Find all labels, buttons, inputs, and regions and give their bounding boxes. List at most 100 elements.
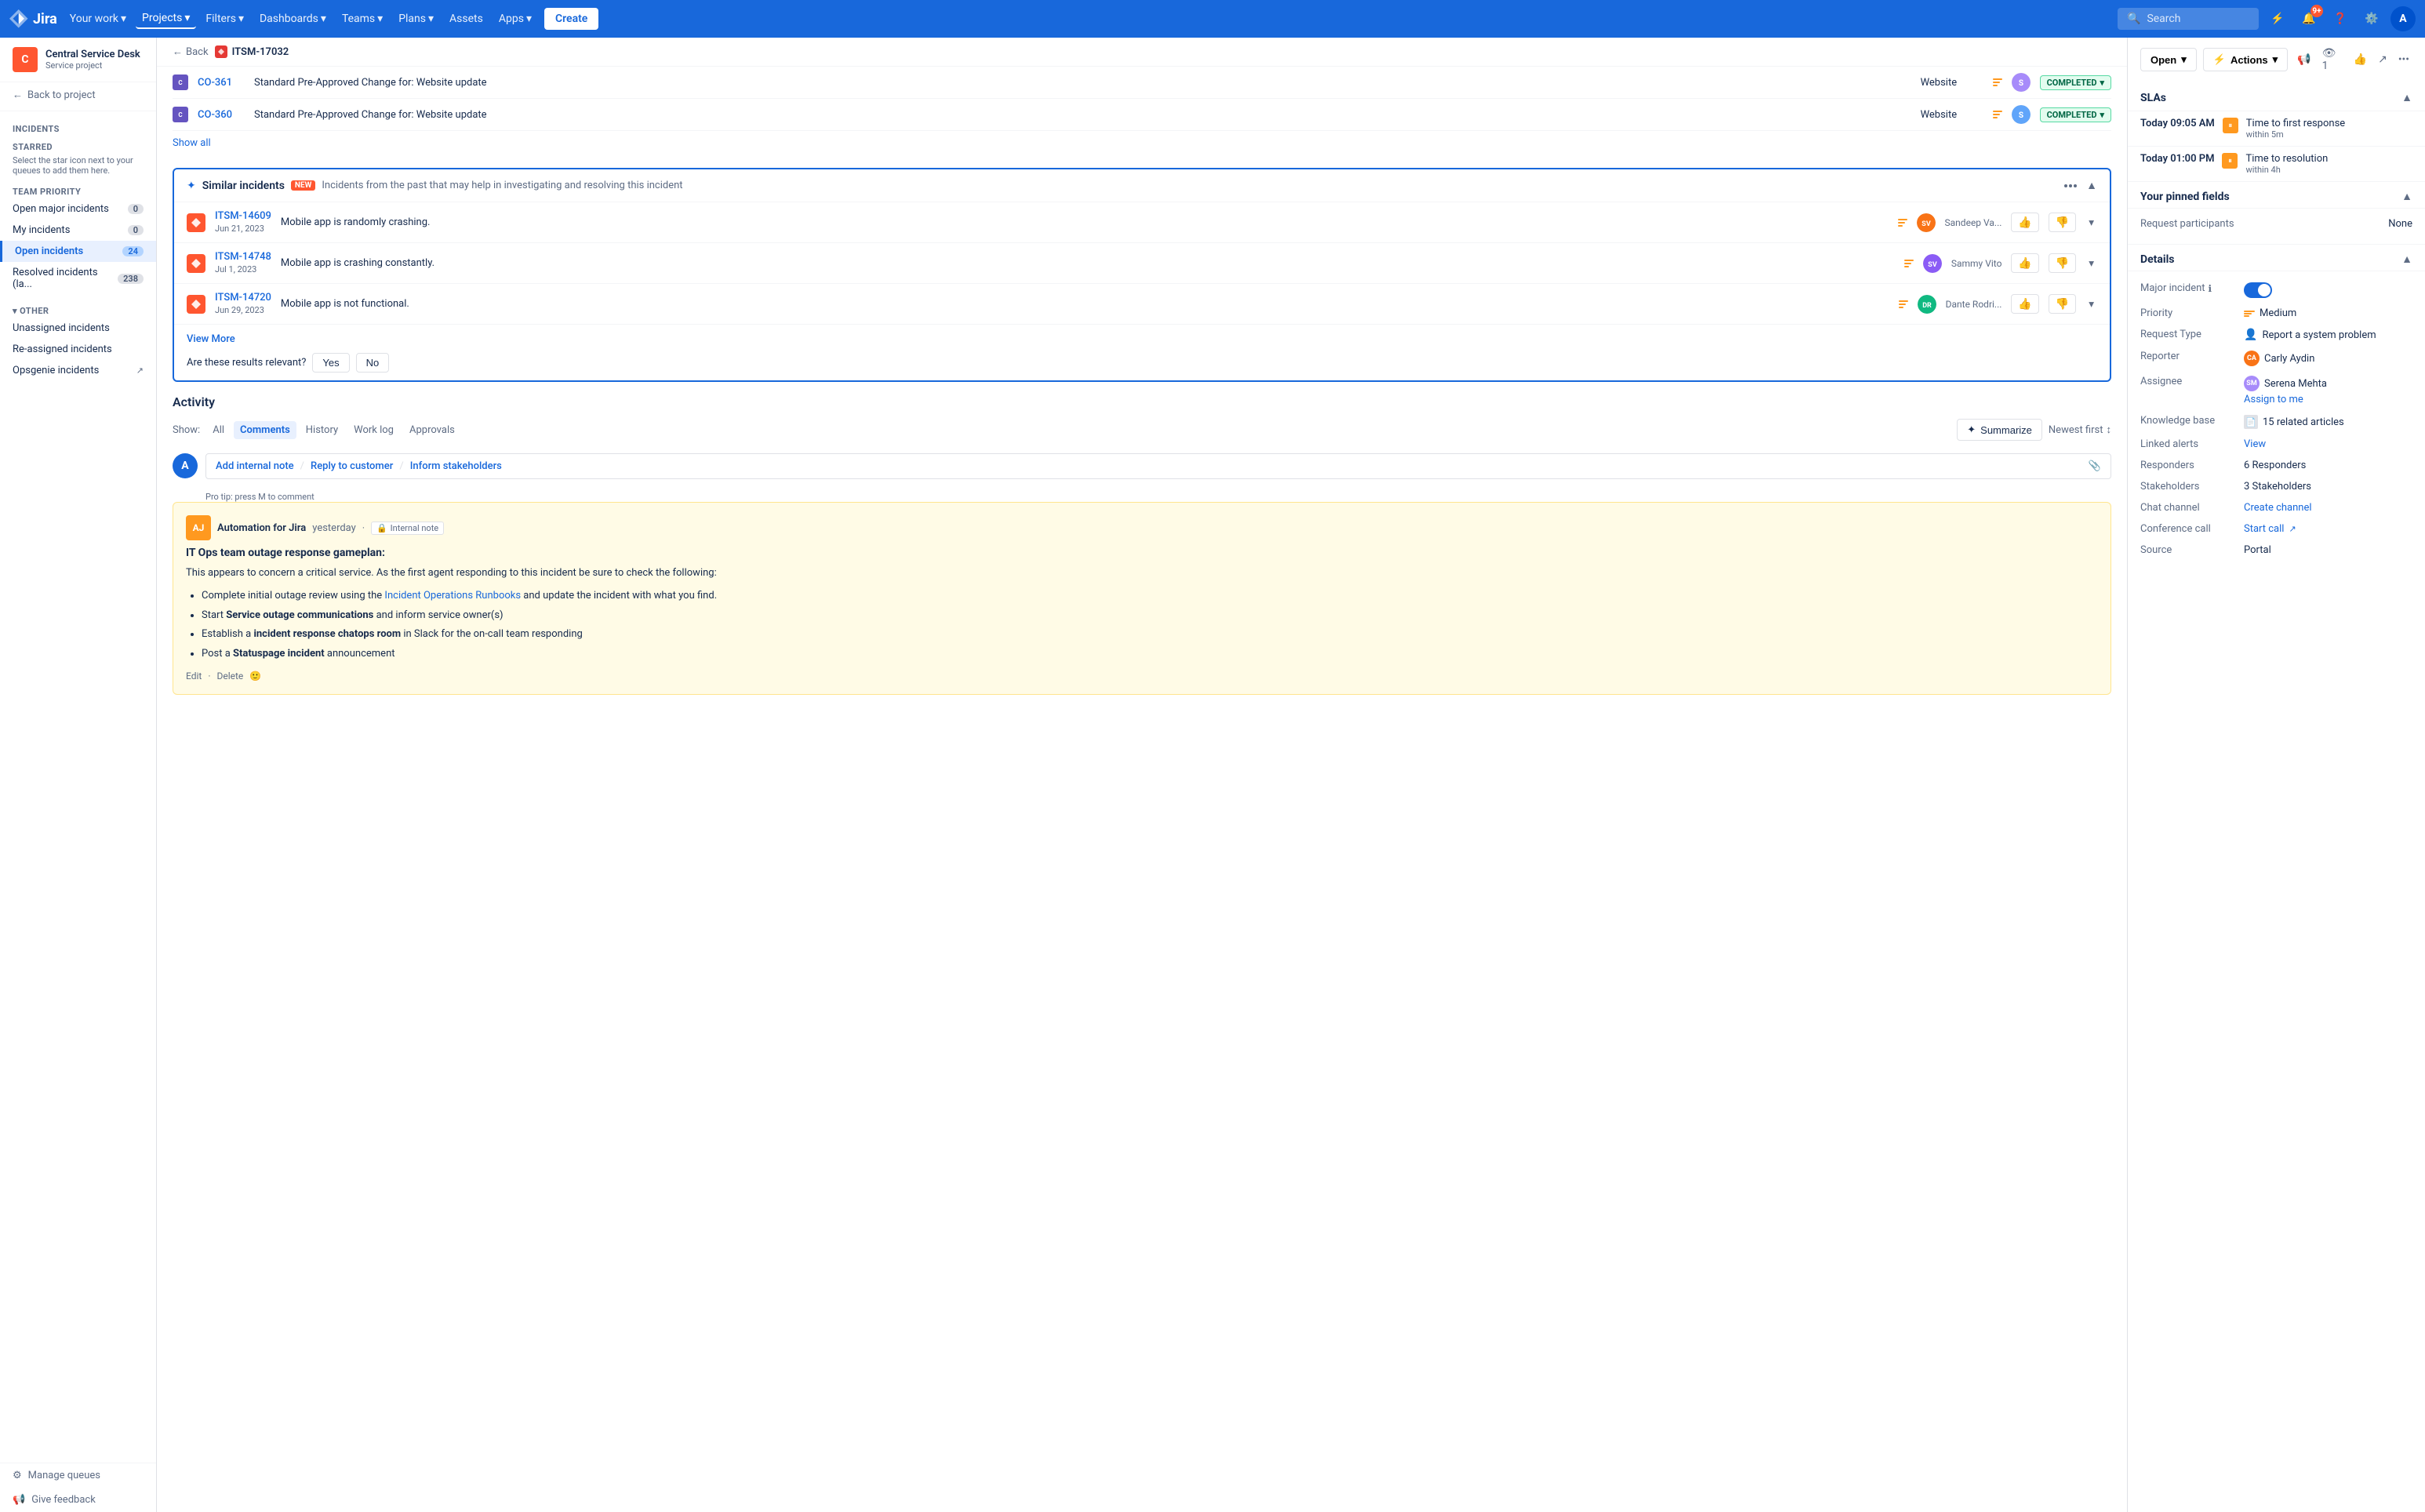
- collapse-icon[interactable]: ▲: [2086, 179, 2097, 192]
- open-status-button[interactable]: Open ▾: [2140, 48, 2197, 71]
- jira-logo[interactable]: Jira: [9, 9, 57, 28]
- thumbs-down-button-2[interactable]: 👎: [2049, 294, 2076, 314]
- pinned-toggle[interactable]: ▲: [2401, 190, 2412, 203]
- detail-chat-channel: Chat channel Create channel: [2140, 497, 2412, 518]
- manage-queues-link[interactable]: ⚙ Manage queues: [0, 1463, 156, 1488]
- nav-your-work[interactable]: Your work ▾: [64, 9, 133, 28]
- assign-to-me-link[interactable]: Assign to me: [2244, 394, 2303, 405]
- sort-dropdown[interactable]: Newest first ↕: [2049, 423, 2111, 436]
- chevron-icon: ▾: [2273, 53, 2278, 66]
- knowledge-base-label: Knowledge base: [2140, 415, 2234, 427]
- tab-all[interactable]: All: [206, 421, 231, 439]
- notification-badge: 9+: [2310, 5, 2323, 17]
- major-incident-toggle[interactable]: [2244, 282, 2272, 298]
- change-ticket-id-1[interactable]: CO-360: [198, 109, 245, 121]
- expand-button-1[interactable]: ▾: [2085, 254, 2097, 273]
- status-badge-1[interactable]: COMPLETED ▾: [2040, 107, 2111, 122]
- note-edit-link[interactable]: Edit: [186, 671, 202, 681]
- sidebar-bottom: ⚙ Manage queues 📢 Give feedback: [0, 1463, 156, 1512]
- change-title-1: Standard Pre-Approved Change for: Websit…: [254, 109, 1911, 121]
- slas-toggle[interactable]: ▲: [2401, 91, 2412, 104]
- tab-worklog[interactable]: Work log: [347, 421, 400, 439]
- thumbs-down-button-0[interactable]: 👎: [2049, 213, 2076, 232]
- assignee-avatar-0: S: [2012, 73, 2031, 92]
- help-icon[interactable]: ❓: [2328, 6, 2353, 31]
- pinned-section-header: Your pinned fields ▲: [2128, 182, 2425, 209]
- similar-incidents-panel: ✦ Similar incidents NEW Incidents from t…: [173, 168, 2111, 382]
- note-intro: This appears to concern a critical servi…: [186, 565, 2098, 582]
- sidebar-item-unassigned[interactable]: Unassigned incidents: [0, 318, 156, 339]
- attach-icon[interactable]: 📎: [2089, 460, 2101, 472]
- nav-plans[interactable]: Plans ▾: [392, 9, 440, 28]
- jira-labs-icon[interactable]: ⚡: [2265, 6, 2290, 31]
- note-delete-link[interactable]: Delete: [216, 671, 243, 681]
- nav-teams[interactable]: Teams ▾: [336, 9, 389, 28]
- detail-major-incident: Major incident ℹ: [2140, 278, 2412, 303]
- inform-stakeholders-link[interactable]: Inform stakeholders: [410, 460, 502, 472]
- starred-desc: Select the star icon next to your queues…: [0, 154, 156, 182]
- nav-assets[interactable]: Assets: [443, 9, 489, 28]
- actions-icon: ⚡: [2213, 53, 2226, 66]
- more-icon[interactable]: •••: [2395, 50, 2412, 69]
- summarize-button[interactable]: ✦ Summarize: [1957, 419, 2042, 441]
- settings-icon[interactable]: ⚙️: [2359, 6, 2384, 31]
- sidebar-item-my-incidents[interactable]: My incidents 0: [0, 220, 156, 241]
- tab-comments[interactable]: Comments: [234, 421, 296, 439]
- notifications-icon[interactable]: 🔔 9+: [2296, 6, 2321, 31]
- yes-button[interactable]: Yes: [312, 353, 349, 373]
- nav-right: 🔍 Search ⚡ 🔔 9+ ❓ ⚙️ A: [2118, 6, 2416, 31]
- sidebar-item-reassigned[interactable]: Re-assigned incidents: [0, 339, 156, 360]
- sidebar-item-resolved-incidents[interactable]: Resolved incidents (la... 238: [0, 262, 156, 295]
- view-more-link[interactable]: View More: [187, 333, 235, 345]
- add-internal-note-link[interactable]: Add internal note: [216, 460, 294, 472]
- reporter-label: Reporter: [2140, 351, 2234, 362]
- watch-icon[interactable]: 👁 1: [2319, 44, 2346, 75]
- reply-to-customer-link[interactable]: Reply to customer: [311, 460, 393, 472]
- announce-icon[interactable]: 📢: [2294, 50, 2314, 69]
- thumbsup-icon[interactable]: 👍: [2350, 50, 2370, 69]
- change-ticket-id-0[interactable]: CO-361: [198, 77, 245, 89]
- tab-approvals[interactable]: Approvals: [403, 421, 461, 439]
- create-channel-link[interactable]: Create channel: [2244, 502, 2312, 514]
- sidebar-item-opsgenie[interactable]: Opsgenie incidents ↗: [0, 360, 156, 381]
- share-icon[interactable]: ↗: [2375, 50, 2390, 69]
- expand-button-2[interactable]: ▾: [2085, 295, 2097, 314]
- nav-projects[interactable]: Projects ▾: [136, 9, 196, 29]
- back-to-project[interactable]: ← Back to project: [0, 82, 156, 107]
- show-all-link[interactable]: Show all: [173, 131, 211, 155]
- kb-icon: 📄: [2244, 415, 2258, 429]
- sidebar-item-open-incidents[interactable]: Open incidents 24: [0, 241, 156, 262]
- nav-filters[interactable]: Filters ▾: [199, 9, 250, 28]
- sidebar-item-open-major[interactable]: Open major incidents 0: [0, 198, 156, 220]
- detail-knowledge-base: Knowledge base 📄 15 related articles: [2140, 410, 2412, 434]
- detail-source: Source Portal: [2140, 540, 2412, 561]
- user-avatar[interactable]: A: [2390, 6, 2416, 31]
- incident-link-1[interactable]: ITSM-14748: [215, 251, 271, 263]
- give-feedback-link[interactable]: 📢 Give feedback: [0, 1488, 156, 1512]
- tab-history[interactable]: History: [300, 421, 344, 439]
- expand-button-0[interactable]: ▾: [2085, 213, 2097, 232]
- start-call-link[interactable]: Start call: [2244, 523, 2284, 535]
- emoji-icon[interactable]: 🙂: [249, 671, 261, 681]
- thumbs-up-button-1[interactable]: 👍: [2011, 253, 2038, 273]
- thumbs-up-button-2[interactable]: 👍: [2011, 294, 2038, 314]
- incident-link-0[interactable]: ITSM-14609: [215, 210, 271, 222]
- no-button[interactable]: No: [356, 353, 390, 373]
- more-options-button[interactable]: [2061, 181, 2080, 191]
- view-alerts-link[interactable]: View: [2244, 438, 2266, 450]
- incident-link-2[interactable]: ITSM-14720: [215, 292, 271, 303]
- details-toggle[interactable]: ▲: [2401, 253, 2412, 266]
- status-badge-0[interactable]: COMPLETED ▾: [2040, 75, 2111, 90]
- thumbs-down-button-1[interactable]: 👎: [2049, 253, 2076, 273]
- create-button[interactable]: Create: [544, 8, 598, 30]
- nav-dashboards[interactable]: Dashboards ▾: [253, 9, 333, 28]
- search-bar[interactable]: 🔍 Search: [2118, 8, 2259, 30]
- svg-text:SV: SV: [1921, 220, 1931, 228]
- runbooks-link[interactable]: Incident Operations Runbooks: [384, 590, 521, 602]
- back-button[interactable]: ← Back: [173, 45, 209, 58]
- thumbs-up-button-0[interactable]: 👍: [2011, 213, 2038, 232]
- activity-title: Activity: [173, 394, 2111, 409]
- nav-apps[interactable]: Apps ▾: [493, 9, 538, 28]
- actions-button[interactable]: ⚡ Actions ▾: [2203, 48, 2288, 71]
- current-user-avatar: A: [173, 453, 198, 478]
